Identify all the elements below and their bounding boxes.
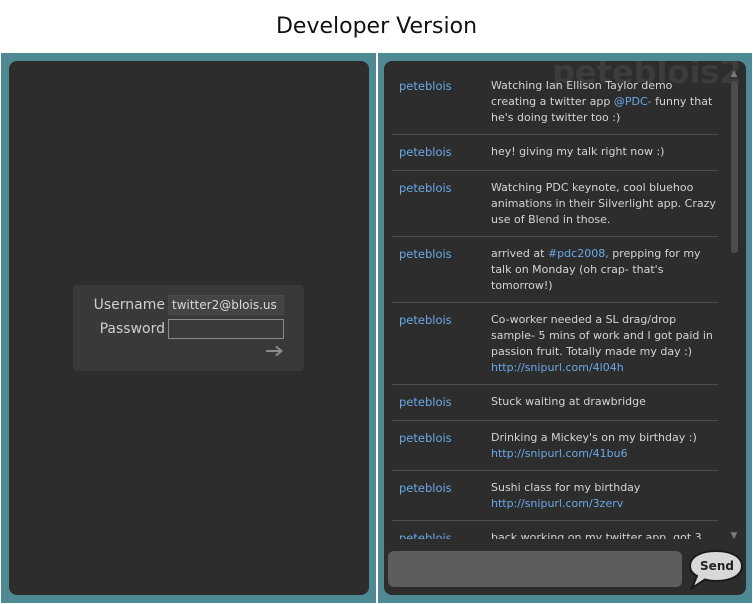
login-frame: Username Password <box>1 53 376 603</box>
tweet-link[interactable]: #pdc2008, <box>548 247 609 260</box>
tweet-link[interactable]: @PDC- <box>614 95 652 108</box>
password-field[interactable] <box>168 319 284 339</box>
tweet-username-link[interactable]: peteblois <box>399 78 452 94</box>
tweet-row: peteblois Drinking a Mickey's on my birth… <box>392 421 718 471</box>
login-submit-button[interactable] <box>265 345 285 359</box>
speech-bubble-icon: Send <box>688 549 744 591</box>
tweet-username-link[interactable]: peteblois <box>399 144 452 160</box>
username-field[interactable] <box>168 295 284 315</box>
tweet-text: Watching Ian Ellison Taylor demo creatin… <box>491 78 718 126</box>
scroll-down-icon[interactable]: ▼ <box>728 531 740 541</box>
tweet-username-link[interactable]: peteblois <box>399 480 452 496</box>
tweet-text: Sushi class for my birthday http://snipu… <box>491 480 718 512</box>
compose-input[interactable] <box>388 551 682 587</box>
tweet-body: hey! giving my talk right now :) <box>491 145 665 158</box>
scroll-thumb[interactable] <box>731 81 738 253</box>
password-row: Password <box>73 319 304 339</box>
send-button[interactable]: Send <box>688 548 744 592</box>
tweet-row: peteblois Stuck waiting at drawbridge <box>392 385 718 421</box>
username-label: Username <box>93 297 165 313</box>
scroll-up-icon[interactable]: ▲ <box>728 69 740 79</box>
tweet-text: Watching PDC keynote, cool bluehoo anima… <box>491 180 718 228</box>
tweet-body: Watching PDC keynote, cool bluehoo anima… <box>491 181 716 226</box>
tweet-link[interactable]: http://snipurl.com/41bu6 <box>491 447 628 460</box>
tweet-username-link[interactable]: peteblois <box>399 430 452 446</box>
tweet-body: arrived at <box>491 247 548 260</box>
username-row: Username <box>73 295 304 315</box>
password-label: Password <box>99 321 165 337</box>
feed-frame: peteblois2 peteblois Watching Ian Ellison… <box>378 53 752 603</box>
feed-panel: peteblois2 peteblois Watching Ian Ellison… <box>384 61 746 595</box>
tweet-row: peteblois back working on my twitter app,… <box>392 521 718 539</box>
tweet-text: Stuck waiting at drawbridge <box>491 394 718 410</box>
tweet-body: Stuck waiting at drawbridge <box>491 395 646 408</box>
tweet-username-link[interactable]: peteblois <box>399 246 452 262</box>
page-title: Developer Version <box>275 14 478 39</box>
tweet-row: peteblois hey! giving my talk right now :… <box>392 135 718 171</box>
tweet-text: back working on my twitter app, got 3 ac… <box>491 530 718 539</box>
tweet-text: Co-worker needed a SL drag/drop sample- … <box>491 312 718 376</box>
tweet-row: peteblois Watching PDC keynote, cool blue… <box>392 171 718 237</box>
tweet-body: Sushi class for my birthday <box>491 481 641 494</box>
tweet-username-link[interactable]: peteblois <box>399 530 452 539</box>
tweet-text: Drinking a Mickey's on my birthday :) ht… <box>491 430 718 462</box>
tweet-list[interactable]: peteblois Watching Ian Ellison Taylor dem… <box>392 69 718 539</box>
tweet-text: hey! giving my talk right now :) <box>491 144 718 160</box>
send-label: Send <box>700 559 734 573</box>
feed-scrollbar[interactable]: ▲ ▼ <box>728 69 740 541</box>
tweet-link[interactable]: http://snipurl.com/3zerv <box>491 497 623 510</box>
tweet-row: peteblois arrived at #pdc2008, prepping f… <box>392 237 718 303</box>
arrow-right-icon <box>266 345 284 357</box>
tweet-link[interactable]: http://snipurl.com/4l04h <box>491 361 624 374</box>
tweet-body: Drinking a Mickey's on my birthday :) <box>491 431 697 444</box>
tweet-text: arrived at #pdc2008, prepping for my tal… <box>491 246 718 294</box>
tweet-row: peteblois Co-worker needed a SL drag/drop… <box>392 303 718 385</box>
tweet-username-link[interactable]: peteblois <box>399 394 452 410</box>
tweet-body: Co-worker needed a SL drag/drop sample- … <box>491 313 713 358</box>
login-panel: Username Password <box>9 61 369 595</box>
tweet-row: peteblois Sushi class for my birthday htt… <box>392 471 718 521</box>
login-form: Username Password <box>73 285 304 371</box>
tweet-username-link[interactable]: peteblois <box>399 312 452 328</box>
tweet-username-link[interactable]: peteblois <box>399 180 452 196</box>
tweet-row: peteblois Watching Ian Ellison Taylor dem… <box>392 69 718 135</box>
tweet-body: back working on my twitter app, got 3 ac… <box>491 531 702 539</box>
